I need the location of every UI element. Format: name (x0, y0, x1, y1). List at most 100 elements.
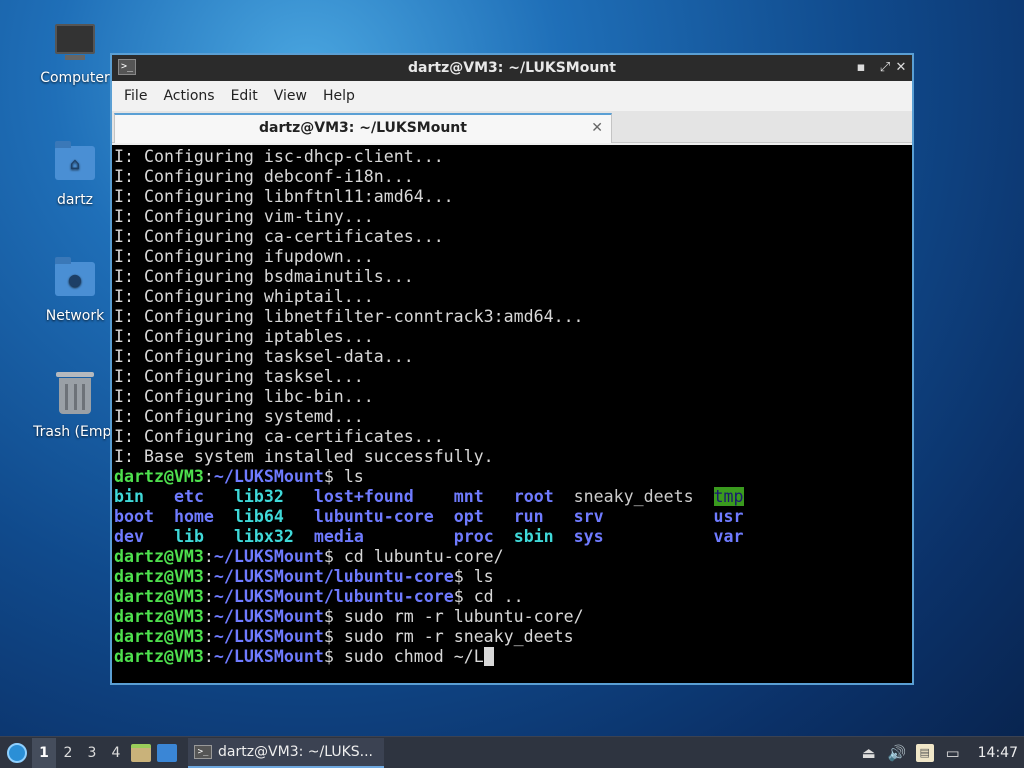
output-line: I: Configuring debconf-i18n... (114, 167, 414, 186)
ls-entry: libx32 (233, 527, 294, 546)
prompt-path: ~/LUKSMount (213, 467, 324, 486)
workspace-3[interactable]: 3 (80, 738, 104, 768)
prompt-user: dartz@VM3 (114, 587, 204, 606)
ls-entry: sbin (513, 527, 554, 546)
lubuntu-logo-icon (7, 742, 27, 763)
prompt-dollar: $ (323, 547, 334, 566)
command-text: cd lubuntu-core/ (333, 547, 504, 566)
prompt-dollar: $ (323, 467, 334, 486)
workspace-4[interactable]: 4 (104, 738, 128, 768)
ls-entry: srv (573, 507, 604, 526)
output-line: I: Configuring tasksel-data... (114, 347, 414, 366)
prompt-sep: : (203, 467, 214, 486)
output-line: I: Configuring libnftnl11:amd64... (114, 187, 454, 206)
output-line: I: Configuring isc-dhcp-client... (114, 147, 444, 166)
window-titlebar[interactable]: >_ dartz@VM3: ~/LUKSMount ▪ ⤢ ✕ (112, 55, 912, 81)
menu-actions[interactable]: Actions (155, 88, 222, 104)
ls-entry: lib64 (233, 507, 284, 526)
prompt-user: dartz@VM3 (114, 567, 204, 586)
output-line: I: Configuring tasksel... (114, 367, 364, 386)
workspace-2[interactable]: 2 (56, 738, 80, 768)
window-title: dartz@VM3: ~/LUKSMount (408, 60, 616, 76)
desktop-icon-computer[interactable]: Computer (27, 24, 123, 86)
prompt-user: dartz@VM3 (114, 647, 204, 666)
terminal-window: >_ dartz@VM3: ~/LUKSMount ▪ ⤢ ✕ File Act… (110, 53, 914, 685)
ls-entry: tmp (713, 487, 744, 506)
prompt-user: dartz@VM3 (114, 547, 204, 566)
ls-entry: home (173, 507, 214, 526)
prompt-dollar: $ (323, 607, 334, 626)
command-text: sudo rm -r sneaky_deets (333, 627, 574, 646)
menubar: File Actions Edit View Help (112, 81, 912, 111)
desktop-icon-home[interactable]: ⌂ dartz (27, 141, 123, 208)
ls-entry: sneaky_deets (573, 487, 694, 506)
terminal-app-icon[interactable]: >_ (118, 59, 136, 75)
ls-entry: dev (114, 527, 144, 546)
task-label: dartz@VM3: ~/LUKS... (218, 743, 374, 760)
prompt-sep: : (203, 547, 214, 566)
ls-entry: media (313, 527, 364, 546)
tab-close-icon[interactable]: ✕ (591, 115, 603, 141)
clock[interactable]: 14:47 (978, 745, 1018, 761)
ls-entry: lubuntu-core (313, 507, 434, 526)
command-text: sudo rm -r lubuntu-core/ (333, 607, 584, 626)
command-text: ls (333, 467, 364, 486)
output-line: I: Configuring libnetfilter-conntrack3:a… (114, 307, 584, 326)
prompt-user: dartz@VM3 (114, 627, 204, 646)
ls-entry: run (513, 507, 544, 526)
taskbar: 1 2 3 4 >_ dartz@VM3: ~/LUKS... ⏏ 🔊 ▤ ▭ … (0, 736, 1024, 768)
output-line: I: Configuring ca-certificates... (114, 227, 444, 246)
desktop-icon-label: Computer (40, 70, 110, 86)
menu-edit[interactable]: Edit (223, 88, 266, 104)
output-line: I: Configuring iptables... (114, 327, 374, 346)
network-folder-icon: ● (53, 257, 97, 302)
menu-file[interactable]: File (116, 88, 155, 104)
prompt-dollar: $ (453, 567, 464, 586)
menu-view[interactable]: View (266, 88, 315, 104)
terminal-cursor (483, 647, 494, 666)
close-icon[interactable]: ✕ (892, 59, 910, 77)
start-menu-button[interactable] (2, 738, 32, 768)
prompt-dollar: $ (323, 627, 334, 646)
output-line: I: Configuring vim-tiny... (114, 207, 374, 226)
ls-entry: opt (453, 507, 484, 526)
prompt-user: dartz@VM3 (114, 607, 204, 626)
ls-entry: etc (173, 487, 204, 506)
tab-terminal[interactable]: dartz@VM3: ~/LUKSMount ✕ (114, 113, 612, 143)
menu-help[interactable]: Help (315, 88, 363, 104)
minimize-icon[interactable]: ▪ (852, 59, 870, 77)
tab-bar: dartz@VM3: ~/LUKSMount ✕ (112, 111, 912, 143)
ls-entry: sys (573, 527, 604, 546)
prompt-dollar: $ (453, 587, 464, 606)
prompt-sep: : (203, 627, 214, 646)
ls-entry: lost+found (313, 487, 414, 506)
desktop-icon-label: Trash (Empt (33, 424, 117, 440)
desktop-icon-trash[interactable]: Trash (Empt (27, 372, 123, 440)
ls-entry: bin (114, 487, 144, 506)
command-text: cd .. (463, 587, 524, 606)
computer-icon (53, 24, 97, 64)
volume-icon[interactable]: 🔊 (888, 744, 907, 762)
prompt-path: ~/LUKSMount/lubuntu-core (213, 587, 454, 606)
prompt-dollar: $ (323, 647, 334, 666)
prompt-path: ~/LUKSMount (213, 547, 324, 566)
prompt-path: ~/LUKSMount/lubuntu-core (213, 567, 454, 586)
prompt-sep: : (203, 567, 214, 586)
terminal-output[interactable]: I: Configuring isc-dhcp-client... I: Con… (112, 145, 912, 683)
taskbar-task-terminal[interactable]: >_ dartz@VM3: ~/LUKS... (188, 737, 384, 768)
file-manager-icon[interactable] (131, 743, 151, 762)
storage-icon[interactable]: ⏏ (860, 744, 878, 762)
display-icon[interactable]: ▭ (944, 744, 962, 762)
ls-entry: lib32 (233, 487, 284, 506)
workspace-1[interactable]: 1 (32, 737, 56, 768)
prompt-path: ~/LUKSMount (213, 647, 324, 666)
desktop-icon-label: Network (45, 308, 105, 324)
ls-entry: usr (713, 507, 744, 526)
clipboard-icon[interactable]: ▤ (915, 743, 934, 762)
output-line: I: Configuring whiptail... (114, 287, 374, 306)
desktop-icon-network[interactable]: ● Network (27, 257, 123, 324)
show-desktop-icon[interactable] (157, 743, 177, 762)
command-text: ls (463, 567, 494, 586)
ls-entry: proc (453, 527, 494, 546)
terminal-task-icon: >_ (194, 744, 212, 759)
